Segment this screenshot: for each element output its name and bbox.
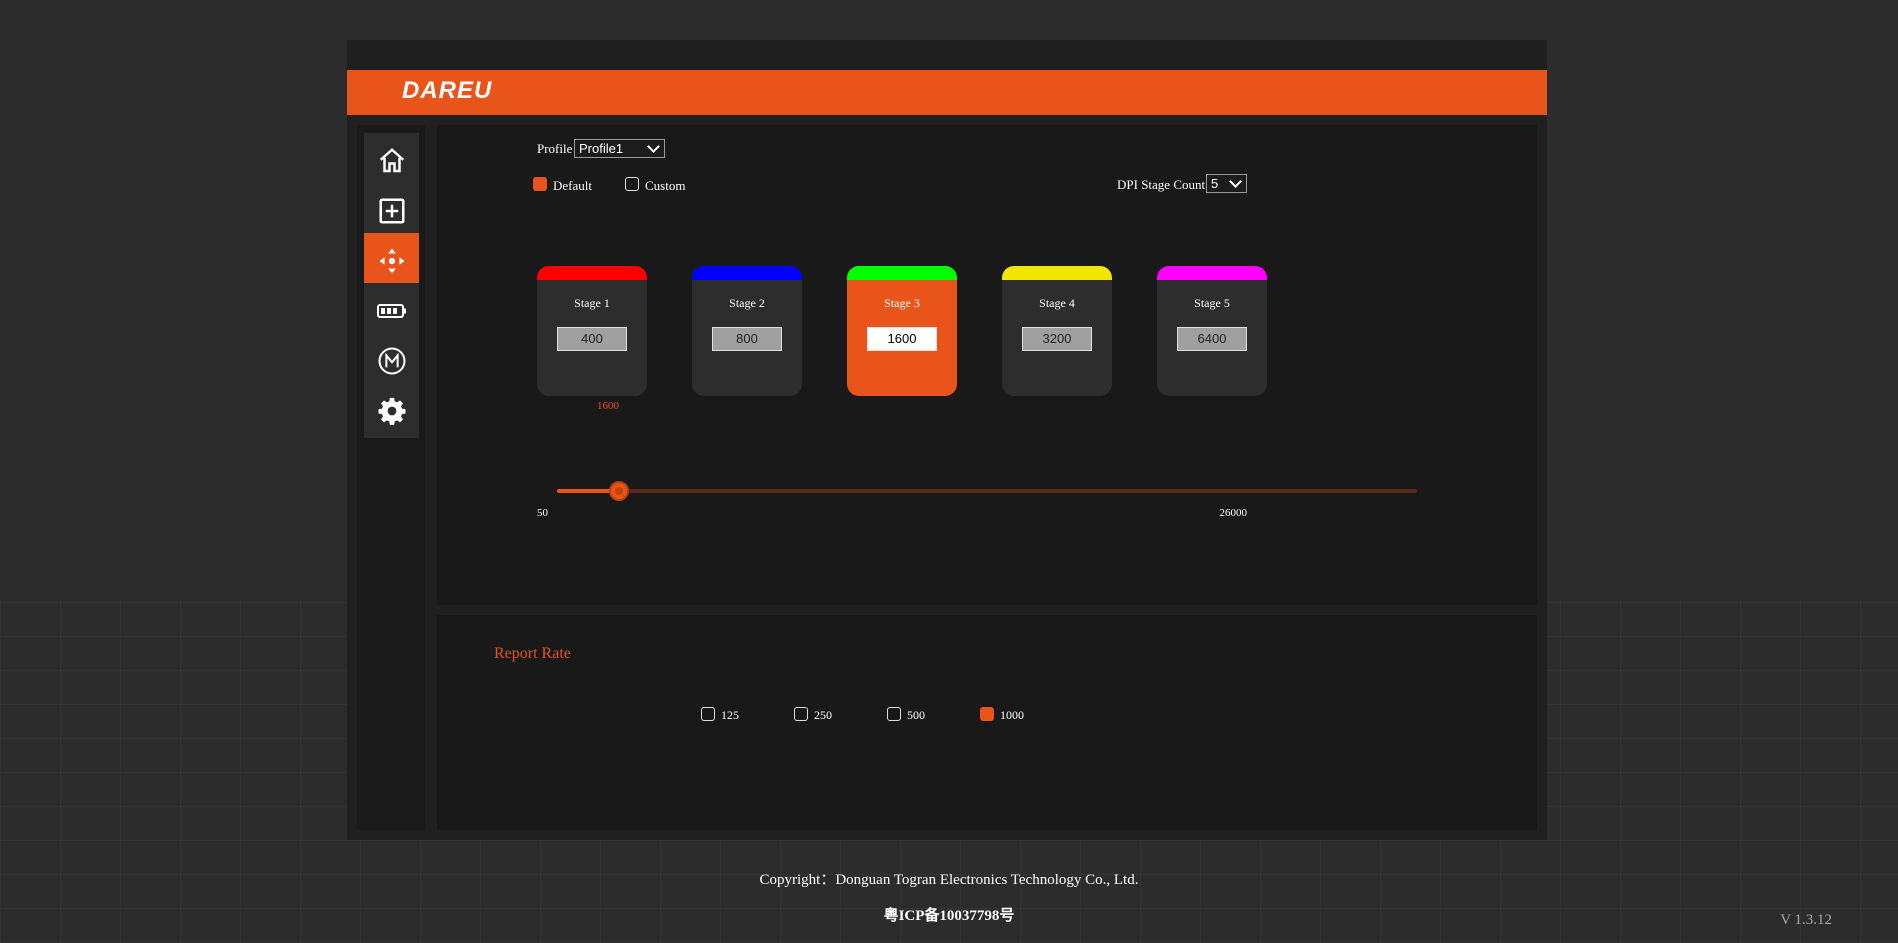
dpi-slider-thumb[interactable] — [609, 481, 629, 501]
dpi-stage-card[interactable]: Stage 1 400 — [537, 266, 647, 396]
profile-label: Profile — [537, 141, 573, 156]
dpi-arrows-icon — [379, 248, 404, 273]
report-rate-1000-label: 1000 — [1000, 708, 1024, 722]
brand-bar: DAREU — [347, 70, 1547, 115]
top-strip — [347, 40, 1547, 70]
dareu-logo: DAREU — [402, 77, 493, 104]
custom-mode-label: Custom — [645, 178, 686, 193]
stage-color-cap — [1002, 266, 1112, 280]
report-rate-500-label: 500 — [907, 708, 925, 722]
battery-icon — [376, 303, 406, 318]
custom-mode-checkbox[interactable] — [625, 177, 639, 191]
dpi-panel: Profile Profile1 Default Custom DPI Stag… — [437, 125, 1537, 605]
report-rate-125-label: 125 — [721, 708, 739, 722]
report-rate-1000-checkbox[interactable] — [980, 707, 994, 721]
report-rate-panel: Report Rate 125 250 500 1000 — [437, 615, 1537, 830]
chevron-down-icon — [647, 140, 660, 153]
gear-icon — [378, 397, 405, 425]
dpi-stage-card[interactable]: Stage 5 6400 — [1157, 266, 1267, 396]
dpi-stage-card[interactable]: Stage 3 1600 — [847, 266, 957, 396]
stage-title: Stage 4 — [1039, 296, 1075, 310]
sidebar-item-mode[interactable] — [364, 333, 419, 388]
stage-title: Stage 3 — [884, 296, 920, 310]
stage-color-cap — [1157, 266, 1267, 280]
report-rate-title: Report Rate — [494, 645, 571, 662]
sidebar-item-dpi[interactable] — [364, 233, 419, 288]
report-rate-250-checkbox[interactable] — [794, 707, 808, 721]
sidebar — [357, 125, 425, 830]
report-rate-500-checkbox[interactable] — [887, 707, 901, 721]
slider-min-label: 50 — [537, 507, 548, 519]
stage-title: Stage 1 — [574, 296, 610, 310]
footer-copyright: Copyright：Donguan Togran Electronics Tec… — [759, 872, 1139, 888]
slider-current-value: 1600 — [597, 400, 619, 412]
app-window: DAREU Profile Profile1 Default Custom DP… — [347, 40, 1547, 840]
version-label: V 1.3.12 — [1780, 912, 1832, 928]
m-circle-icon — [378, 347, 405, 374]
chevron-down-icon — [1229, 175, 1242, 188]
dpi-stage-card[interactable]: Stage 4 3200 — [1002, 266, 1112, 396]
plus-square-icon — [379, 198, 404, 223]
slider-max-label: 26000 — [1219, 507, 1248, 519]
default-mode-label: Default — [553, 178, 592, 193]
stage-dpi-input[interactable]: 3200 — [1022, 327, 1092, 351]
profile-select[interactable]: Profile1 — [574, 139, 665, 158]
report-rate-250-label: 250 — [814, 708, 832, 722]
sidebar-item-settings[interactable] — [364, 383, 419, 438]
sidebar-item-home[interactable] — [364, 133, 419, 188]
stage-dpi-input[interactable]: 1600 — [867, 327, 937, 351]
report-rate-125-checkbox[interactable] — [701, 707, 715, 721]
stage-title: Stage 5 — [1194, 296, 1230, 310]
stage-color-cap — [847, 266, 957, 280]
stage-dpi-input[interactable]: 800 — [712, 327, 782, 351]
footer-icp-link[interactable]: 粤ICP备10037798号 — [0, 904, 1898, 925]
default-mode-checkbox[interactable] — [533, 177, 547, 191]
stage-color-cap — [692, 266, 802, 280]
sidebar-item-battery[interactable] — [364, 283, 419, 338]
dpi-stage-card[interactable]: Stage 2 800 — [692, 266, 802, 396]
dpi-stage-count-select[interactable]: 5 — [1206, 174, 1247, 193]
dpi-stage-count-value: 5 — [1211, 176, 1219, 191]
stage-color-cap — [537, 266, 647, 280]
profile-select-value: Profile1 — [579, 141, 624, 156]
stage-dpi-input[interactable]: 400 — [557, 327, 627, 351]
stage-dpi-input[interactable]: 6400 — [1177, 327, 1247, 351]
dpi-slider-track[interactable] — [557, 489, 1417, 493]
sidebar-item-macro[interactable] — [364, 183, 419, 238]
stage-title: Stage 2 — [729, 296, 765, 310]
dpi-stage-count-label: DPI Stage Count — [1117, 177, 1206, 192]
home-icon — [379, 147, 404, 172]
